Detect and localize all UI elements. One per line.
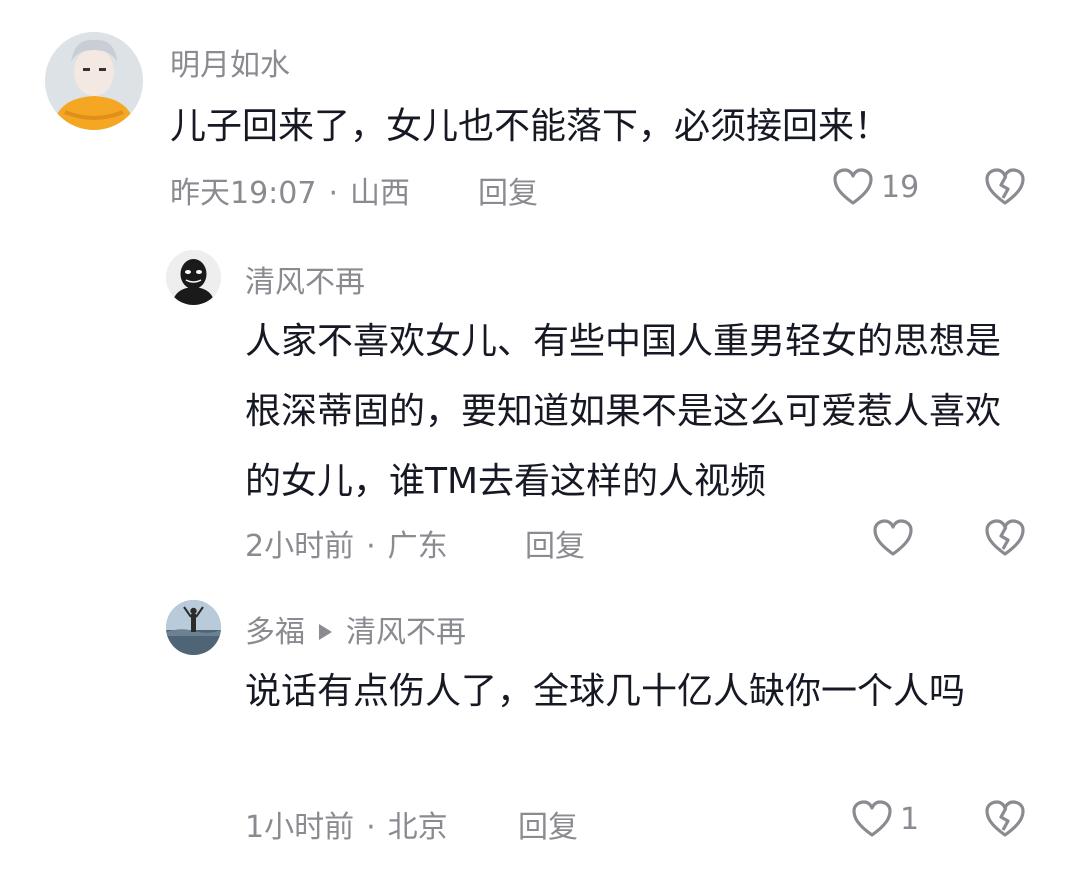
comment-author[interactable]: 明月如水 <box>170 40 290 84</box>
comment-time: 昨天19:07 <box>170 176 317 211</box>
avatar-image <box>45 32 143 130</box>
meta-separator: · <box>328 176 339 211</box>
dislike-button[interactable] <box>985 168 1025 206</box>
triangle-right-icon <box>319 624 332 640</box>
comment-time: 2小时前 <box>245 529 355 564</box>
comment-author[interactable]: 多福 <box>245 615 305 650</box>
comment-item: 多福 清风不再 说话有点伤人了，全球几十亿人缺你一个人吗 1小时前 · 北京 回复 1 <box>0 580 1080 870</box>
avatar[interactable] <box>45 32 143 130</box>
meta-separator: · <box>366 810 376 845</box>
comment-meta: 1小时前 · 北京 <box>245 802 448 846</box>
like-count: 1 <box>900 801 920 837</box>
comment-location: 北京 <box>387 810 448 845</box>
comment-time: 1小时前 <box>245 810 355 845</box>
broken-heart-icon <box>985 800 1025 837</box>
comment-meta: 昨天19:07 · 山西 <box>170 168 410 212</box>
comment-item: 清风不再 人家不喜欢女儿、有些中国人重男轻女的思想是根深蒂固的，要知道如果不是这… <box>0 215 1080 580</box>
comment-location: 山西 <box>350 176 411 211</box>
comment-meta: 2小时前 · 广东 <box>245 521 448 565</box>
avatar[interactable] <box>166 250 221 305</box>
heart-outline-icon <box>852 800 892 837</box>
comment-item: 明月如水 儿子回来了，女儿也不能落下，必须接回来！ 昨天19:07 · 山西 回复 … <box>0 0 1080 215</box>
reply-button[interactable]: 回复 <box>478 168 538 212</box>
broken-heart-icon <box>985 519 1025 556</box>
comment-location: 广东 <box>387 529 448 564</box>
comment-text: 说话有点伤人了，全球几十亿人缺你一个人吗 <box>245 671 966 712</box>
reply-button[interactable]: 回复 <box>525 521 585 565</box>
dislike-button[interactable] <box>985 800 1025 838</box>
reply-to-author[interactable]: 清风不再 <box>346 615 466 650</box>
broken-heart-icon <box>985 168 1025 205</box>
comment-author-line: 多福 清风不再 <box>245 607 466 651</box>
comment-author[interactable]: 清风不再 <box>245 257 365 301</box>
avatar-image <box>166 600 221 655</box>
reply-button[interactable]: 回复 <box>518 802 578 846</box>
heart-outline-icon <box>833 168 873 205</box>
comment-text: 人家不喜欢女儿、有些中国人重男轻女的思想是根深蒂固的，要知道如果不是这么可爱惹人… <box>245 321 1002 502</box>
like-button[interactable]: 19 <box>833 168 919 206</box>
avatar-image <box>166 250 221 305</box>
comment-text: 儿子回来了，女儿也不能落下，必须接回来！ <box>170 106 891 147</box>
avatar[interactable] <box>166 600 221 655</box>
meta-separator: · <box>366 529 376 564</box>
heart-outline-icon <box>873 519 913 556</box>
like-count: 19 <box>881 169 920 205</box>
dislike-button[interactable] <box>985 519 1025 557</box>
like-button[interactable]: 1 <box>852 800 919 838</box>
like-button[interactable] <box>873 519 921 557</box>
